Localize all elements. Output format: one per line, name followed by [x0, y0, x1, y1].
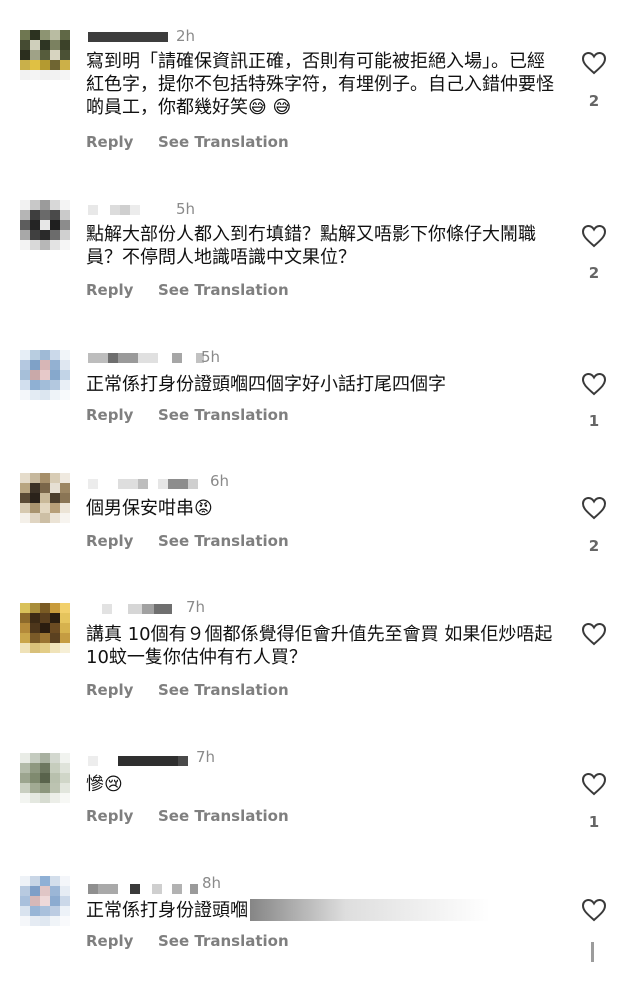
comment-time: 7h [196, 748, 216, 766]
comment-time: 7h [186, 598, 206, 616]
like-count: 2 [588, 537, 600, 555]
like-count: 1 [588, 813, 600, 831]
comment-actions: Reply See Translation [86, 681, 289, 699]
reply-button[interactable]: Reply [86, 932, 158, 950]
comment-actions: Reply See Translation [86, 932, 289, 950]
avatar[interactable] [20, 30, 70, 80]
avatar[interactable] [20, 753, 70, 803]
comment-actions: Reply See Translation [86, 532, 289, 550]
see-translation-button[interactable]: See Translation [158, 406, 289, 424]
see-translation-button[interactable]: See Translation [158, 133, 289, 151]
heart-outline-icon[interactable] [581, 496, 607, 520]
partial-like-count [591, 942, 594, 962]
avatar[interactable] [20, 350, 70, 400]
heart-outline-icon[interactable] [581, 772, 607, 796]
username-redacted[interactable] [88, 30, 168, 44]
reply-button[interactable]: Reply [86, 681, 158, 699]
comment-actions: Reply See Translation [86, 406, 289, 424]
comment-text: 個男保安咁串😡 [86, 498, 213, 519]
username-redacted[interactable] [88, 477, 198, 491]
reply-button[interactable]: Reply [86, 281, 158, 299]
avatar[interactable] [20, 200, 70, 250]
comment-text: 寫到明「請確保資訊正確，否則有可能被拒絕入場」。已經紅色字，提你不包括特殊字符，… [86, 51, 554, 118]
heart-outline-icon[interactable] [581, 898, 607, 922]
heart-outline-icon[interactable] [581, 622, 607, 646]
avatar[interactable] [20, 603, 70, 653]
like-count: 1 [588, 412, 600, 430]
comment-actions: Reply See Translation [86, 807, 289, 825]
reply-button[interactable]: Reply [86, 406, 158, 424]
username-redacted[interactable] [88, 882, 198, 896]
heart-outline-icon[interactable] [581, 372, 607, 396]
comment-time: 5h [201, 348, 221, 366]
comment-time: 6h [210, 472, 230, 490]
reply-button[interactable]: Reply [86, 807, 158, 825]
comment-text: 慘😢 [86, 774, 123, 795]
username-redacted[interactable] [88, 203, 140, 217]
heart-outline-icon[interactable] [581, 224, 607, 248]
see-translation-button[interactable]: See Translation [158, 532, 289, 550]
comment-actions: Reply See Translation [86, 281, 289, 299]
see-translation-button[interactable]: See Translation [158, 681, 289, 699]
like-count: 2 [588, 264, 600, 282]
see-translation-button[interactable]: See Translation [158, 281, 289, 299]
username-redacted[interactable] [88, 351, 204, 365]
heart-outline-icon[interactable] [581, 51, 607, 75]
username-redacted[interactable] [88, 754, 188, 768]
reply-button[interactable]: Reply [86, 532, 158, 550]
username-redacted[interactable] [88, 602, 172, 616]
comment-text: 正常係打身份證頭嗰四個字好小話打尾四個字 [86, 374, 446, 395]
comment-time: 8h [202, 874, 222, 892]
comment-text: 點解大部份人都入到冇填錯？點解又唔影下你條仔大鬧職員？不停問人地識唔識中文果位？ [86, 224, 536, 268]
see-translation-button[interactable]: See Translation [158, 807, 289, 825]
comment-time: 5h [176, 200, 196, 218]
avatar[interactable] [20, 876, 70, 926]
redaction-blur [250, 899, 490, 921]
avatar[interactable] [20, 473, 70, 523]
comment-text: 講真 10個有９個都係覺得佢會升值先至會買 如果佢炒唔起 10蚊一隻你估仲有冇人… [86, 624, 553, 668]
comment-actions: Reply See Translation [86, 133, 289, 151]
like-count: 2 [588, 92, 600, 110]
comment-time: 2h [176, 27, 196, 45]
reply-button[interactable]: Reply [86, 133, 158, 151]
see-translation-button[interactable]: See Translation [158, 932, 289, 950]
